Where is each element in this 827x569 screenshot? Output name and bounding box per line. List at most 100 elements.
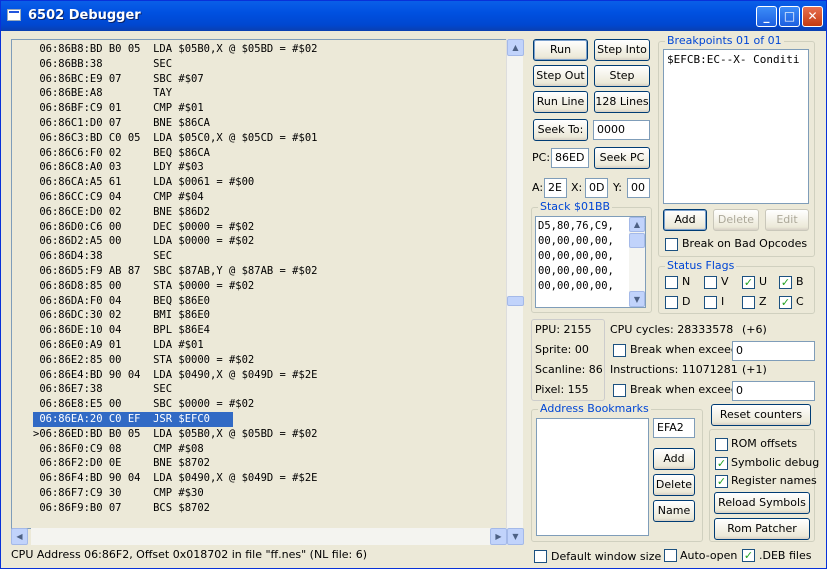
stack-scrollbar[interactable]: ▲ ▼ — [629, 217, 645, 307]
code-line[interactable]: 06:86BE:A8 TAY — [33, 86, 503, 101]
y-register-input[interactable]: 00 — [627, 178, 650, 198]
disassembly-view[interactable]: 06:86B8:BD B0 05 LDA $05B0,X @ $05BD = #… — [11, 39, 507, 529]
deb-files-checkbox[interactable]: ✓ — [742, 549, 755, 562]
flag-n-checkbox[interactable] — [665, 276, 678, 289]
flag-b-checkbox[interactable]: ✓ — [779, 276, 792, 289]
scroll-down-icon[interactable]: ▼ — [507, 528, 524, 545]
default-window-size-checkbox[interactable] — [534, 550, 547, 563]
code-line[interactable]: 06:86C8:A0 03 LDY #$03 — [33, 160, 503, 175]
code-line[interactable]: 06:86D0:C6 00 DEC $0000 = #$02 — [33, 220, 503, 235]
stack-scroll-down-icon[interactable]: ▼ — [629, 291, 645, 307]
flag-c-checkbox[interactable]: ✓ — [779, 296, 792, 309]
step-out-button[interactable]: Step Out — [533, 65, 588, 87]
code-line[interactable]: 06:86F2:D0 0E BNE $8702 — [33, 456, 503, 471]
a-register-input[interactable]: 2E — [544, 178, 567, 198]
step-into-button[interactable]: Step Into — [594, 39, 650, 61]
symbolic-debug-label: Symbolic debug — [731, 456, 820, 469]
bookmark-add-button[interactable]: Add — [653, 448, 695, 470]
title-bar[interactable]: 6502 Debugger _ □ ✕ — [1, 1, 826, 31]
pc-input[interactable]: 86ED — [551, 148, 589, 168]
flag-d-checkbox[interactable] — [665, 296, 678, 309]
break-cycles-checkbox[interactable] — [613, 344, 626, 357]
seek-to-button[interactable]: Seek To: — [533, 119, 588, 141]
run-128-lines-button[interactable]: 128 Lines — [594, 91, 650, 113]
code-line[interactable]: 06:86E7:38 SEC — [33, 382, 503, 397]
flag-u-checkbox[interactable]: ✓ — [742, 276, 755, 289]
breakpoint-edit-button[interactable]: Edit — [765, 209, 809, 231]
symbolic-debug-checkbox[interactable]: ✓ — [715, 457, 728, 470]
stack-listbox[interactable]: D5,80,76,C9, 00,00,00,00, 00,00,00,00, 0… — [535, 216, 646, 308]
code-line[interactable]: 06:86D4:38 SEC — [33, 249, 503, 264]
step-over-button[interactable]: Step Over — [594, 65, 650, 102]
code-line[interactable]: 06:86E4:BD 90 04 LDA $0490,X @ $049D = #… — [33, 368, 503, 383]
flag-v-checkbox[interactable] — [704, 276, 717, 289]
code-line[interactable]: 06:86D8:85 00 STA $0000 = #$02 — [33, 279, 503, 294]
stack-scroll-thumb[interactable] — [629, 233, 645, 248]
run-line-button[interactable]: Run Line — [533, 91, 588, 113]
code-line[interactable]: 06:86C3:BD C0 05 LDA $05C0,X @ $05CD = #… — [33, 131, 503, 146]
code-line[interactable]: 06:86D2:A5 00 LDA $0000 = #$02 — [33, 234, 503, 249]
auto-open-checkbox[interactable] — [664, 549, 677, 562]
code-line[interactable]: 06:86F7:C9 30 CMP #$30 — [33, 486, 503, 501]
x-register-input[interactable]: 0D — [585, 178, 608, 198]
code-line[interactable]: 06:86C6:F0 02 BEQ $86CA — [33, 146, 503, 161]
code-line[interactable]: 06:86B8:BD B0 05 LDA $05B0,X @ $05BD = #… — [33, 42, 503, 57]
stack-scroll-up-icon[interactable]: ▲ — [629, 217, 645, 232]
code-line[interactable]: 06:86BC:E9 07 SBC #$07 — [33, 72, 503, 87]
breakpoints-listbox[interactable]: $EFCB:EC--X- Conditi — [663, 49, 809, 204]
code-line[interactable]: 06:86CE:D0 02 BNE $86D2 — [33, 205, 503, 220]
scroll-right-icon[interactable]: ▶ — [490, 528, 507, 545]
instructions-count: Instructions: 11071281 — [610, 363, 738, 376]
disassembly-hscroll[interactable]: ◀ ▶ — [11, 528, 507, 545]
flag-v-label: V — [721, 275, 729, 288]
code-line[interactable]: 06:86C1:D0 07 BNE $86CA — [33, 116, 503, 131]
breakpoint-add-button[interactable]: Add — [663, 209, 707, 231]
code-line[interactable]: 06:86F0:C9 08 CMP #$08 — [33, 442, 503, 457]
seek-address-input[interactable]: 0000 — [593, 120, 650, 140]
code-line[interactable]: >06:86ED:BD B0 05 LDA $05B0,X @ $05BD = … — [33, 427, 503, 442]
seek-pc-button[interactable]: Seek PC — [594, 147, 650, 169]
break-instructions-checkbox[interactable] — [613, 384, 626, 397]
bookmark-address-input[interactable]: EFA2 — [653, 418, 695, 438]
bookmark-delete-button[interactable]: Delete — [653, 474, 695, 496]
code-line[interactable]: 06:86E8:E5 00 SBC $0000 = #$02 — [33, 397, 503, 412]
run-button[interactable]: Run — [533, 39, 588, 61]
maximize-button[interactable]: □ — [779, 6, 800, 27]
rom-offsets-checkbox[interactable] — [715, 438, 728, 451]
code-line[interactable]: 06:86E2:85 00 STA $0000 = #$02 — [33, 353, 503, 368]
cycles-limit-input[interactable]: 0 — [732, 341, 815, 361]
reset-counters-button[interactable]: Reset counters — [711, 404, 811, 426]
code-line[interactable]: 06:86DE:10 04 BPL $86E4 — [33, 323, 503, 338]
selected-code-line[interactable]: 06:86EA:20 C0 EF JSR $EFC0 — [33, 411, 233, 427]
register-names-checkbox[interactable]: ✓ — [715, 475, 728, 488]
break-bad-opcodes-checkbox[interactable] — [665, 238, 678, 251]
instructions-limit-input[interactable]: 0 — [732, 381, 815, 401]
stack-values: D5,80,76,C9, 00,00,00,00, 00,00,00,00, 0… — [538, 220, 614, 292]
disassembly-vscroll[interactable]: ▲ ▼ — [506, 39, 524, 545]
reload-symbols-button[interactable]: Reload Symbols — [714, 492, 810, 514]
flag-i-checkbox[interactable] — [704, 296, 717, 309]
close-button[interactable]: ✕ — [802, 6, 823, 27]
flag-u-label: U — [759, 275, 768, 288]
scroll-left-icon[interactable]: ◀ — [11, 528, 28, 545]
minimize-button[interactable]: _ — [756, 6, 777, 27]
code-line[interactable]: 06:86DA:F0 04 BEQ $86E0 — [33, 294, 503, 309]
code-line[interactable]: 06:86F4:BD 90 04 LDA $0490,X @ $049D = #… — [33, 471, 503, 486]
rom-patcher-button[interactable]: Rom Patcher — [714, 518, 810, 540]
code-line[interactable]: 06:86E0:A9 01 LDA #$01 — [33, 338, 503, 353]
code-line[interactable]: 06:86DC:30 02 BMI $86E0 — [33, 308, 503, 323]
code-line[interactable]: 06:86CA:A5 61 LDA $0061 = #$00 — [33, 175, 503, 190]
code-line[interactable]: 06:86D5:F9 AB 87 SBC $87AB,Y @ $87AB = #… — [33, 264, 503, 279]
breakpoint-entry[interactable]: $EFCB:EC--X- Conditi — [667, 53, 799, 66]
bookmarks-listbox[interactable] — [536, 418, 649, 536]
breakpoint-delete-button[interactable]: Delete — [713, 209, 759, 231]
code-line[interactable]: 06:86BB:38 SEC — [33, 57, 503, 72]
scroll-up-icon[interactable]: ▲ — [507, 39, 524, 56]
flag-z-checkbox[interactable] — [742, 296, 755, 309]
code-line[interactable]: 06:86CC:C9 04 CMP #$04 — [33, 190, 503, 205]
scroll-thumb[interactable] — [507, 296, 524, 306]
code-line[interactable]: 06:86BF:C9 01 CMP #$01 — [33, 101, 503, 116]
bookmark-name-button[interactable]: Name — [653, 500, 695, 522]
flag-c-label: C — [796, 295, 804, 308]
code-line[interactable]: 06:86F9:B0 07 BCS $8702 — [33, 501, 503, 516]
